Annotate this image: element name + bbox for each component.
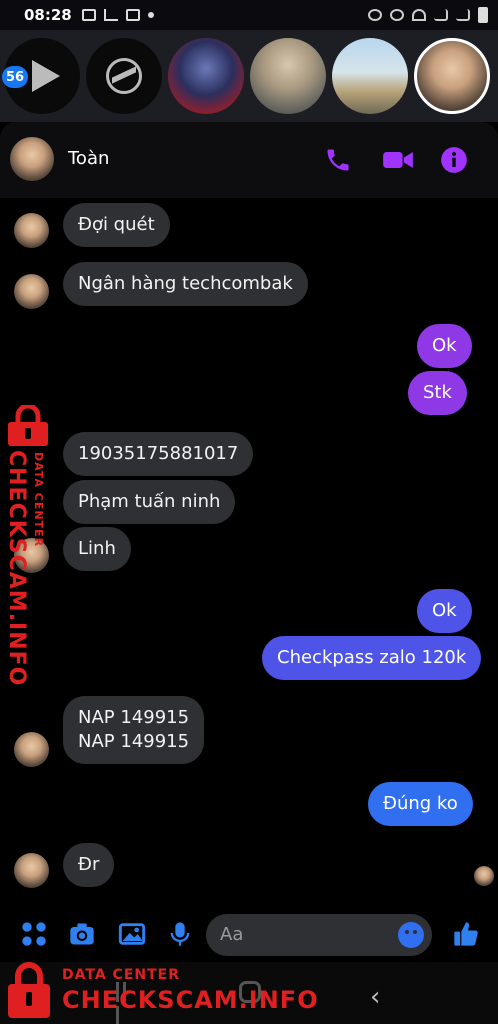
message-bubble-outgoing[interactable]: Checkpass zalo 120k (262, 636, 482, 680)
camera-notification-icon (125, 9, 140, 21)
message-bubble-incoming[interactable]: 19035175881017 (63, 432, 254, 476)
chat-head-game-avatar[interactable] (168, 38, 244, 114)
conversation-header: Toàn (0, 122, 498, 198)
emoji-icon[interactable] (398, 922, 424, 948)
signal-icon (434, 9, 448, 21)
info-icon[interactable] (440, 146, 468, 174)
mute-icon (390, 9, 404, 21)
status-time: 08:28 (24, 6, 72, 24)
terminal-notification-icon (103, 9, 118, 21)
chat-heads-bar: 56 (0, 30, 498, 122)
phone-call-icon[interactable] (324, 146, 352, 174)
play-icon (32, 60, 60, 92)
contact-avatar[interactable] (10, 137, 54, 181)
watermark-vertical-brand: CHECKSCAM.INFO (4, 450, 29, 687)
thumbs-up-icon[interactable] (452, 920, 480, 948)
watermark-bottom-lock-icon (8, 962, 50, 1018)
chat-head-active-avatar[interactable] (414, 38, 490, 114)
microphone-icon[interactable] (166, 920, 194, 948)
message-bubble-outgoing[interactable]: Stk (408, 371, 467, 415)
seen-receipt-avatar (474, 866, 494, 886)
watermark-bottom-brand: CHECKSCAM.INFO (62, 986, 319, 1014)
signal-icon-2 (456, 9, 470, 21)
contact-name[interactable]: Toàn (68, 148, 109, 169)
message-bubble-incoming[interactable]: NAP 149915 NAP 149915 (63, 696, 205, 764)
sender-avatar (14, 274, 49, 309)
message-bubble-outgoing[interactable]: Đúng ko (368, 782, 473, 826)
watermark-bottom-caption: DATA CENTER (62, 967, 180, 983)
back-button[interactable]: ‹ (370, 982, 380, 1012)
messenger-bubble[interactable] (86, 38, 162, 114)
sender-avatar (14, 732, 49, 767)
camera-icon[interactable] (68, 920, 96, 948)
message-bubble-incoming[interactable]: Đr (63, 843, 115, 887)
chat-head-avatar-2[interactable] (250, 38, 326, 114)
message-bubble-incoming[interactable]: Ngân hàng techcombak (63, 262, 308, 306)
message-composer: Aa (0, 910, 498, 962)
gallery-notification-icon (81, 9, 96, 21)
apps-grid-icon[interactable] (20, 920, 48, 948)
message-bubble-incoming[interactable]: Linh (63, 527, 131, 571)
message-line: NAP 149915 (78, 731, 190, 752)
message-bubble-outgoing[interactable]: Ok (417, 589, 472, 633)
watermark-vertical-caption: DATA CENTER (32, 452, 45, 548)
sender-avatar (14, 213, 49, 248)
message-bubble-outgoing[interactable]: Ok (417, 324, 472, 368)
message-list[interactable]: Đợi quét Ngân hàng techcombak Ok Stk 190… (0, 198, 498, 910)
unread-count-badge: 56 (2, 66, 29, 88)
message-input-placeholder: Aa (220, 924, 244, 945)
message-input[interactable]: Aa (206, 914, 432, 956)
more-notifications-icon (147, 12, 154, 18)
chat-head-avatar-3[interactable] (332, 38, 408, 114)
message-line: NAP 149915 (78, 707, 190, 728)
sender-avatar (14, 853, 49, 888)
message-bubble-incoming[interactable]: Phạm tuấn ninh (63, 480, 236, 524)
status-bar: 08:28 (0, 0, 498, 30)
watermark-lock-icon (8, 405, 48, 446)
video-call-icon[interactable] (382, 146, 414, 174)
alarm-icon (368, 9, 382, 21)
message-bubble-incoming[interactable]: Đợi quét (63, 203, 170, 247)
gallery-icon[interactable] (118, 920, 146, 948)
battery-icon (478, 7, 488, 23)
wifi-icon (412, 9, 426, 21)
